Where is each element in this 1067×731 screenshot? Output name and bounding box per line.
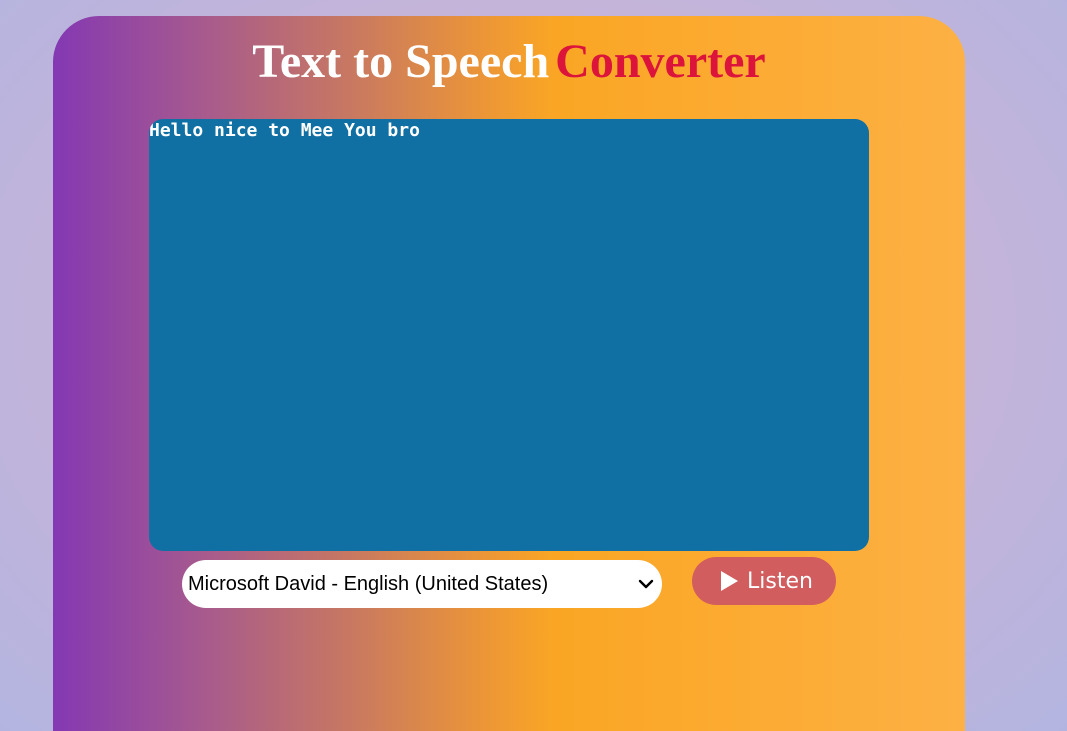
chevron-down-icon <box>638 579 654 589</box>
title-converter: Converter <box>555 35 766 88</box>
listen-button[interactable]: Listen <box>692 557 836 605</box>
play-icon <box>721 571 738 591</box>
title-text-to-speech: Text to Speech <box>252 35 550 88</box>
listen-button-label: Listen <box>747 568 813 594</box>
voice-select[interactable]: Microsoft David - English (United States… <box>182 560 662 608</box>
text-input-area[interactable]: Hello nice to Mee You bro <box>149 119 869 551</box>
page-title: Text to Speech Converter <box>53 34 965 90</box>
voice-select-value: Microsoft David - English (United States… <box>188 573 549 595</box>
